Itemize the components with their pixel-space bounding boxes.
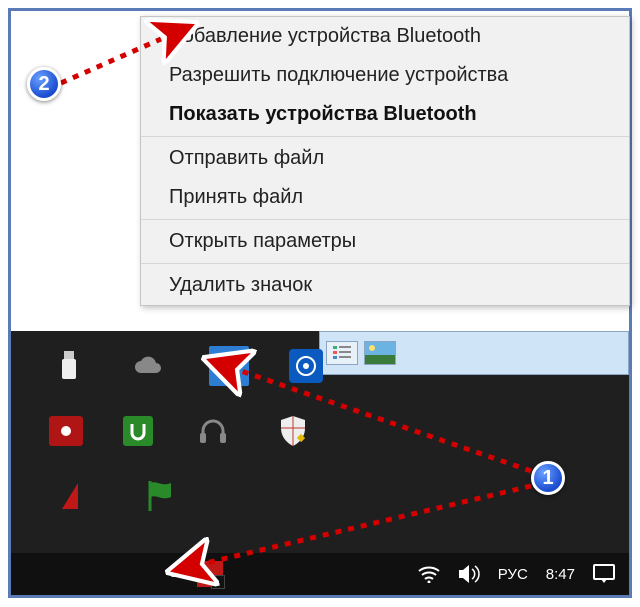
volume-icon[interactable] (458, 563, 480, 585)
menu-separator (141, 136, 629, 137)
system-tray: РУС 8:47 (418, 563, 629, 585)
clock[interactable]: 8:47 (546, 566, 575, 583)
tray-flyout-row (49, 346, 323, 386)
app-tile[interactable] (197, 561, 223, 587)
shield-icon[interactable] (273, 411, 313, 451)
tray-flyout-row (55, 476, 181, 516)
flag-icon[interactable] (141, 476, 181, 516)
utorrent-icon[interactable] (123, 416, 153, 446)
intel-icon[interactable] (289, 349, 323, 383)
bluetooth-context-menu: Добавление устройства Bluetooth Разрешит… (140, 16, 630, 306)
menu-send-file[interactable]: Отправить файл (141, 139, 629, 178)
menu-separator (141, 219, 629, 220)
wifi-icon[interactable] (418, 563, 440, 585)
menu-remove-icon[interactable]: Удалить значок (141, 266, 629, 305)
thumbnail-toolbar (319, 331, 629, 375)
screenshot-frame: Добавление устройства Bluetooth Разрешит… (8, 8, 632, 598)
taskbar: РУС 8:47 (11, 553, 629, 595)
menu-separator (141, 263, 629, 264)
headset-icon[interactable] (193, 411, 233, 451)
triangle-icon[interactable] (55, 476, 95, 516)
menu-show-bluetooth-devices[interactable]: Показать устройства Bluetooth (141, 95, 629, 134)
camera-icon[interactable] (49, 416, 83, 446)
annotation-badge-2: 2 (27, 67, 61, 101)
notification-icon[interactable] (593, 563, 615, 585)
cloud-icon[interactable] (129, 346, 169, 386)
thumbnail-view-button[interactable] (364, 341, 396, 365)
annotation-badge-1: 1 (531, 461, 565, 495)
language-indicator[interactable]: РУС (498, 566, 528, 583)
menu-add-bluetooth-device[interactable]: Добавление устройства Bluetooth (141, 17, 629, 56)
menu-open-settings[interactable]: Открыть параметры (141, 222, 629, 261)
tray-flyout-row (49, 411, 313, 451)
usb-icon[interactable] (49, 346, 89, 386)
bluetooth-icon[interactable] (209, 346, 249, 386)
menu-receive-file[interactable]: Принять файл (141, 178, 629, 217)
chevron-up-icon[interactable] (171, 571, 183, 577)
list-view-button[interactable] (326, 341, 358, 365)
menu-allow-device-connection[interactable]: Разрешить подключение устройства (141, 56, 629, 95)
